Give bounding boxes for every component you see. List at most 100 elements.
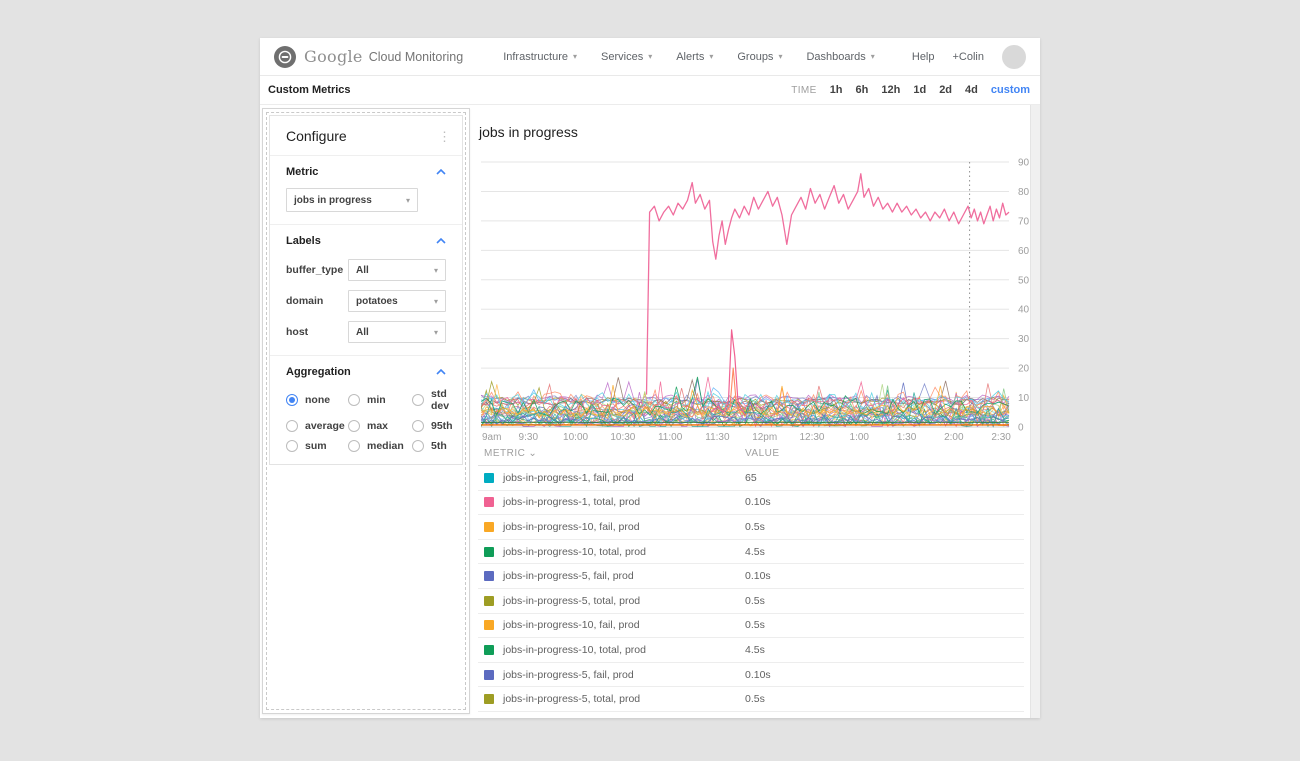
aggregation-option-min[interactable]: min [348, 388, 412, 412]
svg-text:2:00: 2:00 [944, 432, 964, 443]
metric-section-label: Metric [286, 166, 318, 178]
filter-select-buffer_type[interactable]: All▾ [348, 259, 446, 281]
chevron-down-icon: ▾ [648, 52, 652, 61]
filter-select-domain[interactable]: potatoes ▾ [348, 290, 446, 312]
value-cell: 0.10s [745, 669, 1024, 681]
filter-select-host[interactable]: All▾ [348, 321, 446, 343]
aggregation-option-median[interactable]: median [348, 440, 412, 452]
vertical-scrollbar[interactable] [1030, 105, 1040, 718]
filter-row-buffer_type: buffer_typeAll▾ [286, 259, 446, 281]
table-row[interactable]: jobs-in-progress-5, total, prod 0.5s [478, 589, 1024, 614]
chevron-down-icon: ▾ [434, 297, 438, 306]
table-row[interactable]: jobs-in-progress-10, fail, prod 0.5s [478, 614, 1024, 639]
nav-item-groups[interactable]: Groups▾ [737, 51, 782, 63]
aggregation-option-std-dev[interactable]: std dev [412, 388, 453, 412]
time-range-options: 1h 6h 12h 1d 2d 4d [830, 84, 978, 96]
main-nav: Infrastructure▾Services▾Alerts▾Groups▾Da… [503, 51, 875, 63]
series-color-swatch [484, 645, 494, 655]
metric-select[interactable]: jobs in progress ▾ [286, 188, 418, 212]
table-row[interactable]: jobs-in-progress-10, fail, prod0.5s [478, 515, 1024, 540]
chevron-down-icon: ▾ [709, 52, 713, 61]
filter-row-domain: domainpotatoes▾ [286, 290, 446, 312]
nav-item-infrastructure[interactable]: Infrastructure▾ [503, 51, 577, 63]
series-color-swatch [484, 473, 494, 483]
account-link[interactable]: +Colin [953, 51, 985, 63]
aggregation-option-label: std dev [431, 388, 453, 412]
svg-text:11:30: 11:30 [705, 432, 730, 443]
svg-text:12:30: 12:30 [799, 432, 824, 443]
series-color-swatch [484, 694, 494, 704]
time-range-2d[interactable]: 2d [939, 84, 952, 96]
table-row[interactable]: jobs-in-progress-5, fail, prod 0.10s [478, 663, 1024, 688]
metric-name: jobs-in-progress-5, fail, prod [503, 570, 634, 582]
timeseries-chart[interactable]: 01020304050607080909am9:3010:0010:3011:0… [481, 149, 1030, 450]
top-header: Google Cloud Monitoring Infrastructure▾S… [260, 38, 1040, 76]
table-row[interactable]: jobs-in-progress-1, total, prod0.10s [478, 491, 1024, 516]
filter-label: buffer_type [286, 264, 348, 276]
svg-text:20: 20 [1018, 364, 1030, 375]
aggregation-option-label: max [367, 420, 388, 432]
filter-select-value: potatoes [356, 296, 398, 307]
value-cell: 0.10s [745, 496, 1024, 508]
radio-icon [348, 420, 360, 432]
chevron-down-icon: ▾ [434, 266, 438, 275]
overflow-menu-icon[interactable]: ⋮ [438, 130, 448, 143]
table-row[interactable]: jobs-in-progress-5, total, prod0.5s [478, 687, 1024, 712]
header-right: Help +Colin [912, 45, 1026, 69]
aggregation-option-average[interactable]: average [286, 420, 348, 432]
time-range-1d[interactable]: 1d [913, 84, 926, 96]
value-cell: 0.5s [745, 693, 1024, 705]
svg-text:60: 60 [1018, 246, 1030, 257]
aggregation-option-95th[interactable]: 95th [412, 420, 453, 432]
nav-item-services[interactable]: Services▾ [601, 51, 652, 63]
aggregation-option-label: average [305, 420, 345, 432]
aggregation-option-max[interactable]: max [348, 420, 412, 432]
nav-item-label: Dashboards [806, 51, 865, 63]
table-row[interactable]: jobs-in-progress-5, fail, prod0.10s [478, 564, 1024, 589]
collapse-metric-icon[interactable] [436, 169, 446, 175]
time-range-1h[interactable]: 1h [830, 84, 843, 96]
metric-cell: jobs-in-progress-10, total, prod [484, 546, 745, 558]
value-cell: 0.5s [745, 619, 1024, 631]
table-row[interactable]: jobs-in-progress-10, total, prod4.5s [478, 540, 1024, 565]
aggregation-option-label: median [367, 440, 404, 452]
metric-cell: jobs-in-progress-5, fail, prod [484, 570, 745, 582]
svg-text:80: 80 [1018, 187, 1030, 198]
collapse-labels-icon[interactable] [436, 238, 446, 244]
metric-name: jobs-in-progress-10, fail, prod [503, 521, 640, 533]
col-value: VALUE [745, 448, 1024, 459]
radio-icon [286, 394, 298, 406]
aggregation-option-5th[interactable]: 5th [412, 440, 453, 452]
filter-row-host: hostAll▾ [286, 321, 446, 343]
metric-name: jobs-in-progress-5, total, prod [503, 595, 640, 607]
metric-section: Metric jobs in progress ▾ [270, 156, 462, 225]
configure-sidebar: Configure ⋮ Metric jobs in progress ▾ [262, 108, 470, 714]
metric-name: jobs-in-progress-10, fail, prod [503, 619, 640, 631]
filter-label: host [286, 326, 348, 338]
value-cell: 0.5s [745, 595, 1024, 607]
time-range-6h[interactable]: 6h [856, 84, 869, 96]
radio-icon [286, 440, 298, 452]
col-metric[interactable]: METRIC⌄ [484, 448, 745, 459]
nav-item-dashboards[interactable]: Dashboards▾ [806, 51, 874, 63]
series-color-swatch [484, 596, 494, 606]
series-color-swatch [484, 670, 494, 680]
time-range-12h[interactable]: 12h [881, 84, 900, 96]
help-link[interactable]: Help [912, 51, 935, 63]
table-row[interactable]: jobs-in-progress-1, fail, prod 65 [478, 466, 1024, 491]
metric-name: jobs-in-progress-1, fail, prod [503, 472, 634, 484]
avatar[interactable] [1002, 45, 1026, 69]
nav-item-label: Groups [737, 51, 773, 63]
time-range-4d[interactable]: 4d [965, 84, 978, 96]
metric-name: jobs-in-progress-5, fail, prod [503, 669, 634, 681]
metric-cell: jobs-in-progress-5, total, prod [484, 693, 745, 705]
collapse-aggregation-icon[interactable] [436, 369, 446, 375]
time-range-custom[interactable]: custom [991, 84, 1030, 96]
value-cell: 65 [745, 472, 1024, 484]
aggregation-option-none[interactable]: none [286, 388, 348, 412]
svg-text:0: 0 [1018, 423, 1024, 434]
table-row[interactable]: jobs-in-progress-10, total, prod4.5s [478, 638, 1024, 663]
nav-item-alerts[interactable]: Alerts▾ [676, 51, 713, 63]
aggregation-option-sum[interactable]: sum [286, 440, 348, 452]
stackdriver-logo-icon[interactable] [274, 46, 296, 68]
